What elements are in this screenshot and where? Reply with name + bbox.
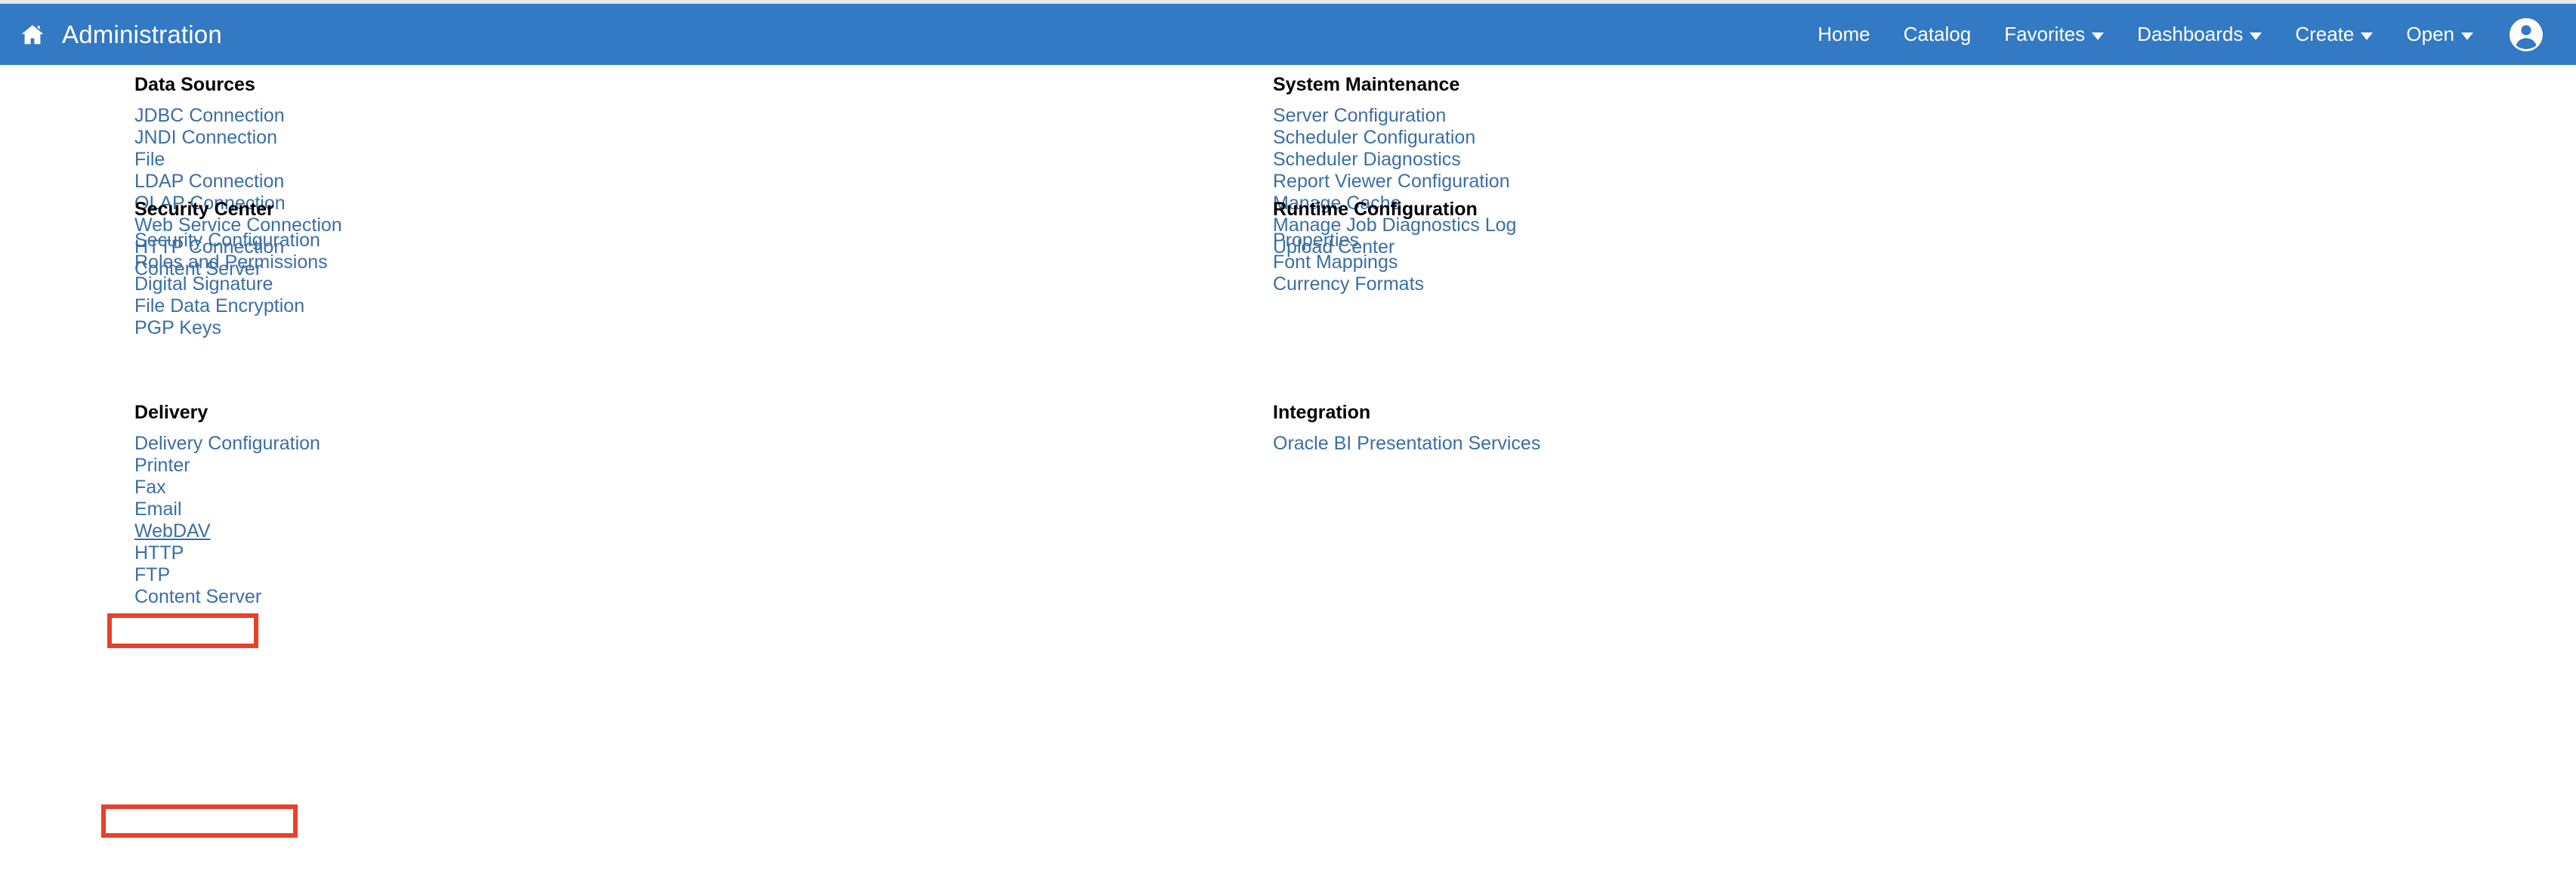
list-item: File [134,149,342,171]
link-content-server-delivery[interactable]: Content Server [134,586,261,608]
link-font-mappings[interactable]: Font Mappings [1273,252,1398,273]
list-item: HTTP [134,542,320,564]
nav-item-label: Create [2295,23,2355,45]
link-delivery-configuration[interactable]: Delivery Configuration [134,433,320,455]
section-delivery: Delivery Delivery Configuration Printer … [134,403,320,608]
link-webdav[interactable]: WebDAV [134,520,211,542]
global-header: Administration Home Catalog Favorites Da… [0,4,2576,65]
link-report-viewer-configuration[interactable]: Report Viewer Configuration [1273,171,1510,193]
user-avatar-icon[interactable] [2490,17,2544,53]
nav-item-label: Home [1818,23,1870,45]
link-file-data-encryption[interactable]: File Data Encryption [134,295,304,317]
nav-item-label: Favorites [2004,23,2086,45]
link-pgp-keys[interactable]: PGP Keys [134,317,221,339]
link-jndi-connection[interactable]: JNDI Connection [134,127,277,149]
list-item: Server Configuration [1273,105,1516,127]
nav-item-label: Catalog [1903,23,1972,45]
list-item: Digital Signature [134,273,328,295]
section-heading: Runtime Configuration [1273,199,1478,220]
section-link-list: Delivery Configuration Printer Fax Email… [134,433,320,608]
nav-item-home[interactable]: Home [1801,18,1886,51]
link-ftp[interactable]: FTP [134,564,170,586]
section-link-list: Security Configuration Roles and Permiss… [134,230,328,339]
page-title: Administration [62,20,222,48]
nav-item-dashboards[interactable]: Dashboards [2120,18,2278,51]
section-security-center: Security Center Security Configuration R… [134,200,328,339]
list-item: Content Server [134,586,320,608]
list-item: File Data Encryption [134,295,328,317]
list-item: Properties [1273,230,1478,252]
list-item: Scheduler Diagnostics [1273,149,1516,171]
nav-item-favorites[interactable]: Favorites [1988,18,2120,51]
nav-item-open[interactable]: Open [2389,18,2490,51]
link-fax[interactable]: Fax [134,477,166,499]
nav-item-catalog[interactable]: Catalog [1887,18,1988,51]
section-integration: Integration Oracle BI Presentation Servi… [1273,403,1540,455]
section-runtime-configuration: Runtime Configuration Properties Font Ma… [1273,200,1478,295]
list-item: LDAP Connection [134,171,342,193]
chevron-down-icon [2092,32,2105,40]
list-item: Fax [134,477,320,499]
chevron-down-icon [2461,32,2473,40]
link-oracle-bi-presentation-services[interactable]: Oracle BI Presentation Services [1273,433,1540,455]
list-item: Delivery Configuration [134,433,320,455]
link-digital-signature[interactable]: Digital Signature [134,273,273,295]
home-icon[interactable] [20,22,45,48]
list-item: Oracle BI Presentation Services [1273,433,1540,455]
chevron-down-icon [2250,32,2262,40]
list-item: WebDAV [134,520,320,542]
list-item: Security Configuration [134,230,328,252]
section-heading: System Maintenance [1273,74,1460,95]
list-item: Email [134,499,320,520]
list-item: Roles and Permissions [134,252,328,273]
list-item: Font Mappings [1273,252,1478,273]
list-item: Scheduler Configuration [1273,127,1516,149]
section-heading: Integration [1273,402,1371,423]
link-security-configuration[interactable]: Security Configuration [134,230,320,252]
section-heading: Security Center [134,199,274,220]
list-item: Report Viewer Configuration [1273,171,1516,193]
link-jdbc-connection[interactable]: JDBC Connection [134,105,285,127]
section-link-list: Properties Font Mappings Currency Format… [1273,230,1478,295]
chevron-down-icon [2361,32,2374,40]
nav-item-label: Open [2406,23,2454,45]
list-item: Currency Formats [1273,273,1478,295]
admin-content: Data Sources JDBC Connection JNDI Connec… [0,65,2576,880]
nav-item-label: Dashboards [2137,23,2244,45]
link-scheduler-configuration[interactable]: Scheduler Configuration [1273,127,1475,149]
list-item: Printer [134,455,320,477]
link-ldap-connection[interactable]: LDAP Connection [134,171,284,193]
list-item: FTP [134,564,320,586]
list-item: JDBC Connection [134,105,342,127]
nav-item-create[interactable]: Create [2278,18,2389,51]
link-file[interactable]: File [134,149,165,171]
link-scheduler-diagnostics[interactable]: Scheduler Diagnostics [1273,149,1461,171]
link-server-configuration[interactable]: Server Configuration [1273,105,1446,127]
link-properties[interactable]: Properties [1273,230,1359,252]
list-item: JNDI Connection [134,127,342,149]
list-item: PGP Keys [134,317,328,339]
link-email[interactable]: Email [134,499,182,520]
section-heading-delivery: Delivery [134,402,208,423]
section-heading: Data Sources [134,74,255,95]
link-currency-formats[interactable]: Currency Formats [1273,273,1424,295]
link-roles-and-permissions[interactable]: Roles and Permissions [134,252,328,273]
link-printer[interactable]: Printer [134,455,190,477]
header-nav: Home Catalog Favorites Dashboards Create… [1801,17,2544,53]
section-link-list: Oracle BI Presentation Services [1273,433,1540,455]
header-brand: Administration [20,20,222,49]
link-http[interactable]: HTTP [134,542,184,564]
